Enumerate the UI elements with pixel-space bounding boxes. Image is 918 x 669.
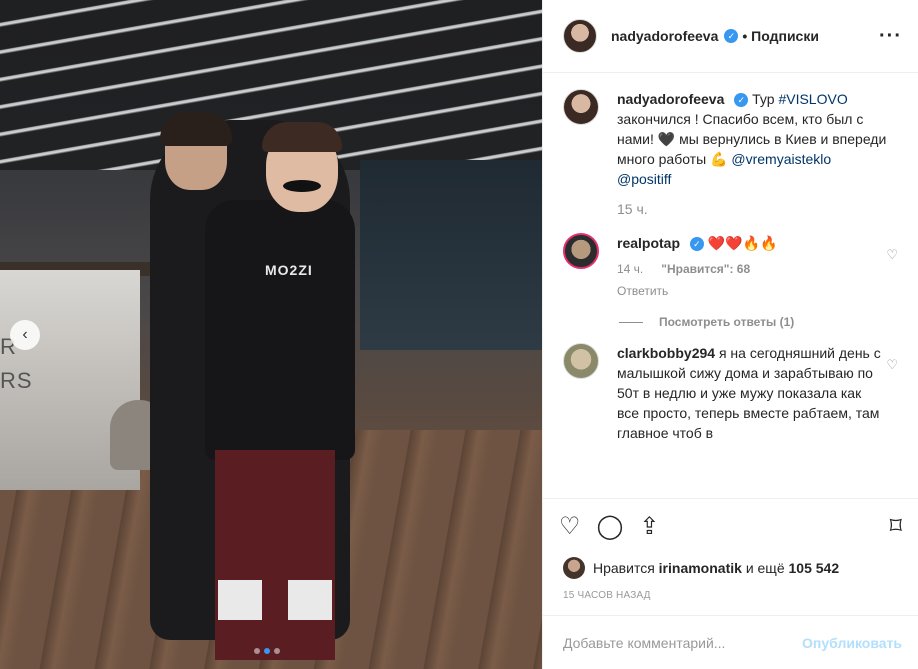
hoodie-print: MO2ZI bbox=[265, 262, 313, 278]
pants-stripe-left bbox=[218, 580, 262, 620]
comment-avatar[interactable] bbox=[563, 233, 599, 269]
comment-item: clarkbobby294 я на сегодняшний день с ма… bbox=[563, 343, 902, 443]
liker-username[interactable]: irinamonatik bbox=[659, 560, 742, 576]
comments-list: nadyadorofeeva ✓ Тур #VISLOVO закончился… bbox=[543, 73, 918, 498]
muscle-emoji: 💪 bbox=[710, 151, 728, 167]
black-heart-emoji: 🖤 bbox=[657, 131, 676, 147]
more-icon[interactable]: ··· bbox=[879, 25, 902, 48]
publish-button[interactable]: Опубликовать bbox=[802, 635, 902, 651]
woman-pants bbox=[215, 450, 335, 660]
verified-badge-icon: ✓ bbox=[734, 93, 749, 108]
carousel-dot-active[interactable] bbox=[264, 648, 270, 654]
likes-count[interactable]: 105 542 bbox=[789, 560, 840, 576]
reply-button[interactable]: Ответить bbox=[617, 281, 887, 301]
heart-icon[interactable]: ♡ bbox=[886, 357, 898, 373]
mention-link[interactable]: @vremyaisteklo bbox=[731, 151, 831, 167]
comment-icon[interactable]: ◯ bbox=[597, 512, 624, 541]
post-photo: R RS MO2ZI ‹ bbox=[0, 0, 542, 669]
woman-hoodie bbox=[205, 200, 355, 460]
likes-prefix: Нравится bbox=[593, 560, 655, 576]
comment-username[interactable]: realpotap bbox=[617, 235, 680, 251]
bookmark-icon[interactable]: ⌑ bbox=[890, 512, 902, 541]
carousel-prev-button[interactable]: ‹ bbox=[10, 320, 40, 350]
author-avatar[interactable] bbox=[563, 19, 597, 53]
caption-time[interactable]: 15 ч. bbox=[617, 199, 887, 219]
comment-likes[interactable]: "Нравится": 68 bbox=[661, 259, 750, 279]
likes-summary: Нравится irinamonatik и ещё 105 542 bbox=[543, 554, 918, 582]
carousel-dots bbox=[254, 648, 280, 654]
verified-badge-icon: ✓ bbox=[689, 237, 704, 252]
caption-prefix: Тур bbox=[752, 91, 779, 107]
heart-icon[interactable]: ♡ bbox=[559, 512, 581, 541]
mention-link[interactable]: @positiff bbox=[617, 171, 671, 187]
post-sidebar: nadyadorofeeva ✓ • Подписки ··· nadyador… bbox=[542, 0, 918, 669]
share-icon[interactable]: ⇪ bbox=[639, 512, 659, 541]
chevron-left-icon: ‹ bbox=[22, 326, 28, 343]
post-timestamp[interactable]: 15 часов назад bbox=[543, 582, 918, 615]
verified-badge-icon: ✓ bbox=[724, 29, 739, 43]
author-username[interactable]: nadyadorofeeva bbox=[611, 28, 718, 44]
comment-input[interactable]: Добавьте комментарий... bbox=[563, 635, 725, 651]
comment-avatar[interactable] bbox=[563, 343, 599, 379]
liker-avatar[interactable] bbox=[563, 557, 585, 579]
heart-icon[interactable]: ♡ bbox=[886, 247, 898, 263]
fake-mustache bbox=[283, 180, 321, 192]
background-window bbox=[360, 160, 542, 350]
caption-username[interactable]: nadyadorofeeva bbox=[617, 91, 724, 107]
comment-time[interactable]: 14 ч. bbox=[617, 259, 643, 279]
view-replies-button[interactable]: Посмотреть ответы (1) bbox=[619, 315, 902, 329]
post-header: nadyadorofeeva ✓ • Подписки ··· bbox=[543, 0, 918, 73]
man-hair bbox=[160, 112, 232, 146]
carousel-dot[interactable] bbox=[254, 648, 260, 654]
instagram-post-modal: R RS MO2ZI ‹ nadyadorofeeva ✓ • Подписки… bbox=[0, 0, 918, 669]
caption: nadyadorofeeva ✓ Тур #VISLOVO закончился… bbox=[563, 89, 902, 219]
caption-avatar[interactable] bbox=[563, 89, 599, 125]
comment-username[interactable]: clarkbobby294 bbox=[617, 345, 715, 361]
likes-middle: и ещё bbox=[745, 560, 785, 576]
add-comment-bar: Добавьте комментарий... Опубликовать bbox=[543, 615, 918, 669]
pants-stripe-right bbox=[288, 580, 332, 620]
woman-hair bbox=[262, 122, 342, 152]
action-bar: ♡ ◯ ⇪ ⌑ bbox=[543, 498, 918, 554]
comment-text: ❤️❤️🔥🔥 bbox=[707, 235, 778, 251]
comment-meta: 14 ч. "Нравится": 68 bbox=[617, 259, 887, 279]
carousel-dot[interactable] bbox=[274, 648, 280, 654]
comment-item: realpotap ✓ ❤️❤️🔥🔥 14 ч. "Нравится": 68 … bbox=[563, 233, 902, 301]
following-button[interactable]: • Подписки bbox=[742, 28, 819, 44]
hashtag-link[interactable]: #VISLOVO bbox=[778, 91, 847, 107]
bar-sign-line-2: RS bbox=[0, 368, 33, 393]
